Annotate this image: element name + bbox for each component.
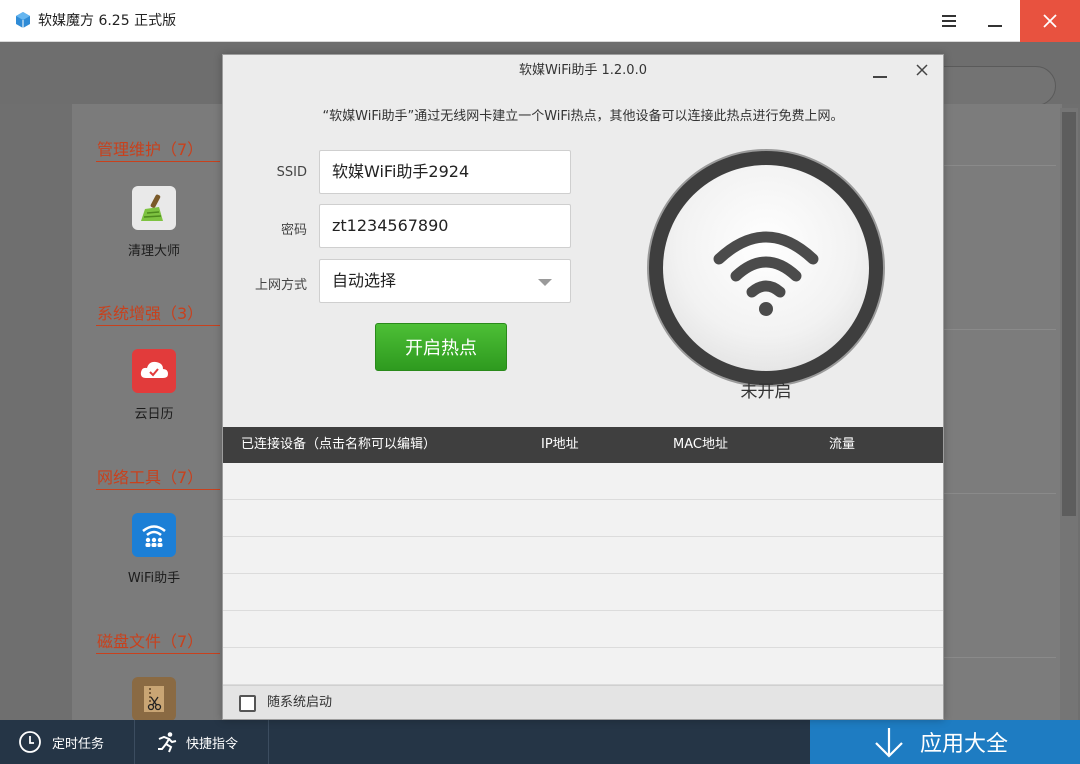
- autostart-label: 随系统启动: [267, 695, 333, 710]
- table-row: [223, 537, 943, 574]
- category-title: 网络工具（7）: [96, 466, 220, 490]
- category-disk-files: 磁盘文件（7）: [96, 630, 220, 654]
- autostart-checkbox[interactable]: [239, 695, 256, 712]
- app-tile-calendar[interactable]: 云日历: [104, 349, 204, 422]
- ssid-label: SSID: [276, 165, 307, 180]
- app-tile-cleaner[interactable]: 清理大师: [104, 186, 204, 259]
- clock-icon: [19, 731, 41, 753]
- scrollbar-thumb[interactable]: [1062, 112, 1076, 516]
- app-store-button[interactable]: 应用大全: [810, 720, 1080, 764]
- connection-mode-label: 上网方式: [254, 278, 307, 293]
- password-label: 密码: [280, 223, 307, 238]
- dialog-description: “软媒WiFi助手”通过无线网卡建立一个WiFi热点，其他设备可以连接此热点进行…: [322, 109, 844, 124]
- category-title: 系统增强（3）: [96, 302, 220, 326]
- wifi-icon: [713, 231, 819, 316]
- app-label: WiFi助手: [127, 571, 181, 586]
- start-hotspot-button[interactable]: 开启热点: [375, 323, 507, 371]
- divider: [944, 493, 1056, 494]
- hamburger-icon: [942, 15, 956, 27]
- close-icon: [1043, 14, 1057, 28]
- divider: [944, 329, 1056, 330]
- app-titlebar: 软媒魔方 6.25 正式版: [0, 0, 1080, 42]
- table-row: [223, 500, 943, 537]
- menu-button[interactable]: [926, 0, 972, 42]
- category-maintenance: 管理维护（7）: [96, 138, 220, 162]
- dialog-footer: 随系统启动: [223, 685, 943, 719]
- minimize-icon: [873, 76, 887, 78]
- category-network: 网络工具（7）: [96, 466, 220, 490]
- scheduled-tasks-button[interactable]: 定时任务: [18, 720, 104, 764]
- connection-mode-value: 自动选择: [332, 271, 397, 290]
- dialog-title: 软媒WiFi助手 1.2.0.0: [519, 63, 647, 78]
- dialog-minimize-button[interactable]: [869, 61, 891, 83]
- divider: [134, 720, 135, 764]
- running-man-icon: [158, 732, 177, 753]
- table-row: [223, 463, 943, 500]
- table-row: [223, 611, 943, 648]
- column-device[interactable]: 已连接设备（点击名称可以编辑）: [241, 427, 436, 463]
- app-store-label: 应用大全: [920, 732, 1009, 757]
- password-field[interactable]: zt1234567890: [319, 204, 571, 248]
- divider: [944, 657, 1056, 658]
- wifi-toggle[interactable]: [647, 149, 885, 387]
- app-tile-wifi[interactable]: WiFi助手: [104, 513, 204, 586]
- file-cutter-icon: [132, 677, 176, 720]
- category-title: 磁盘文件（7）: [96, 630, 220, 654]
- hotspot-status: 未开启: [740, 382, 792, 402]
- column-traffic[interactable]: 流量: [829, 427, 855, 463]
- wifi-assistant-icon: [132, 513, 176, 557]
- scheduled-tasks-label: 定时任务: [52, 736, 105, 752]
- arrow-down-icon: [875, 728, 903, 758]
- column-ip[interactable]: IP地址: [541, 427, 579, 463]
- category-title: 管理维护（7）: [96, 138, 220, 162]
- close-icon: [916, 64, 928, 76]
- wifi-assistant-dialog: 软媒WiFi助手 1.2.0.0 “软媒WiFi助手”通过无线网卡建立一个WiF…: [222, 54, 944, 720]
- app-tile-file-cutter[interactable]: [104, 677, 204, 720]
- quick-commands-label: 快捷指令: [186, 736, 239, 752]
- wifi-toggle-face: [663, 165, 869, 371]
- dialog-close-button[interactable]: [911, 59, 933, 81]
- category-system: 系统增强（3）: [96, 302, 220, 326]
- chevron-down-icon: [538, 279, 552, 286]
- divider: [268, 720, 269, 764]
- devices-table-header: 已连接设备（点击名称可以编辑） IP地址 MAC地址 流量: [223, 427, 943, 463]
- cloud-calendar-icon: [132, 349, 176, 393]
- table-row: [223, 648, 943, 685]
- app-label: 云日历: [134, 407, 174, 422]
- close-button[interactable]: [1020, 0, 1080, 42]
- divider: [944, 165, 1056, 166]
- app-title: 软媒魔方 6.25 正式版: [38, 13, 177, 29]
- table-row: [223, 574, 943, 611]
- app-label: 清理大师: [127, 244, 180, 259]
- connection-mode-select[interactable]: 自动选择: [319, 259, 571, 303]
- app-logo-icon: [14, 11, 32, 29]
- quick-commands-button[interactable]: 快捷指令: [156, 720, 238, 764]
- ssid-field[interactable]: 软媒WiFi助手2924: [319, 150, 571, 194]
- column-mac[interactable]: MAC地址: [673, 427, 728, 463]
- minimize-button[interactable]: [972, 0, 1018, 42]
- minimize-icon: [988, 25, 1002, 27]
- broom-icon: [132, 186, 176, 230]
